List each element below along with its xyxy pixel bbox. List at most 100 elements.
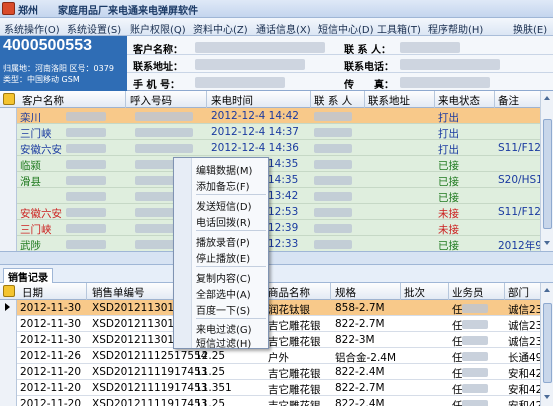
menu-item-call-filter[interactable]: 来电过滤(G) [196,321,252,336]
scroll-up-arrow-icon[interactable] [544,96,550,100]
sales-grid-scrollbar[interactable] [540,283,553,406]
menu-account-permissions[interactable]: 账户权限(Q) [130,21,186,36]
sales-row[interactable]: 2012-11-30 XSD20121130176 吉它雕花银 822-2.7M 任诚信… [0,316,542,332]
menu-item-send-sms[interactable]: 发送短信(D) [196,198,252,213]
row-header[interactable] [0,140,17,156]
cell-masked [66,240,106,249]
col-customer-name[interactable]: 客户名称 [22,93,64,108]
row-header[interactable] [0,124,17,140]
menu-item-baidu-search[interactable]: 百度一下(S) [196,302,250,317]
menu-item-sms-filter[interactable]: 短信过滤(H) [196,335,251,350]
call-row[interactable]: 武陟 12:33 已接 2012年9 [0,236,542,251]
menu-data-center[interactable]: 资料中心(Z) [193,21,248,36]
col-call-status[interactable]: 来电状态 [438,93,480,108]
row-header[interactable] [0,236,17,251]
col-separator [448,283,449,300]
call-row[interactable]: 栾川 2012-12-4 14:42 打出 [0,108,540,124]
scroll-thumb[interactable] [543,119,552,229]
col-date[interactable]: 日期 [22,285,43,300]
cell-department: 长通49 [508,352,543,364]
sales-row[interactable]: 2012-11-30 XSD20121130176 润花钛银 858-2.7M 任诚信2… [0,300,542,316]
cell-product-name: 吉它雕花银 [268,368,321,380]
call-row[interactable]: 安徽六安 12:53 未接 S11/F120 [0,204,548,220]
col-note[interactable]: 备注 [498,93,519,108]
row-header[interactable] [0,380,17,396]
call-row[interactable]: 临颍 14:35 已接 [0,156,540,172]
col-contact-address[interactable]: 联系地址 [368,93,410,108]
value-contact-address[interactable] [195,59,305,70]
row-header[interactable] [0,156,17,172]
cell-salesperson: 任 [452,304,463,316]
value-mobile[interactable] [195,77,285,88]
row-header[interactable] [0,108,17,124]
sales-grid-header: 日期 销售单编号 商品名称 规格 批次 业务员 部门 [0,283,553,300]
menu-item-callback[interactable]: 电话回拨(R) [196,214,251,229]
value-contact[interactable] [400,42,460,53]
col-sales-order-no[interactable]: 销售单编号 [92,285,145,300]
call-row[interactable]: 安徽六安 2012-12-4 14:36 打出 S11/F120 [0,140,548,156]
value-customer-name[interactable] [195,42,325,53]
scroll-down-arrow-icon[interactable] [544,395,550,399]
menu-system-ops[interactable]: 系统操作(O) [4,21,60,36]
col-product-name[interactable]: 商品名称 [268,285,310,300]
col-salesperson[interactable]: 业务员 [452,285,484,300]
sales-row[interactable]: 2012-11-20 XSD20121111917453 11.25 吉它雕花银 822… [0,396,542,406]
app-icon [2,2,15,15]
col-department[interactable]: 部门 [508,285,529,300]
row-header[interactable] [0,172,17,188]
menu-item-edit-data[interactable]: 编辑数据(M) [196,162,252,177]
col-incoming-number[interactable]: 呼入号码 [130,93,172,108]
tab-sales-records[interactable]: 销售记录 [3,268,53,284]
row-header[interactable] [0,204,17,220]
cell-salesperson-masked [462,304,488,313]
menu-item-select-all[interactable]: 全部选中(A) [196,286,251,301]
col-separator [330,283,331,300]
row-header[interactable] [0,332,17,348]
cell-product-name: 吉它雕花银 [268,336,321,348]
col-spec[interactable]: 规格 [335,285,356,300]
row-header[interactable] [0,316,17,332]
menu-item-stop-playback[interactable]: 停止播放(E) [196,250,250,265]
menu-skin[interactable]: 换肤(E) [513,21,547,36]
call-grid-scrollbar[interactable] [540,91,553,251]
menu-separator [196,318,266,319]
row-header[interactable] [0,396,17,406]
scroll-down-arrow-icon[interactable] [544,241,550,245]
value-fax[interactable] [400,77,490,88]
call-row[interactable]: 滑县 14:35 已接 S20/HS14 [0,172,550,188]
call-row[interactable]: 13:42 已接 [0,188,540,204]
menu-item-play-recording[interactable]: 播放录音(P) [196,234,250,249]
cell-salesperson-masked [462,384,488,393]
row-header[interactable] [0,300,17,316]
col-call-time[interactable]: 来电时间 [211,93,253,108]
pane-splitter[interactable] [0,251,553,265]
scroll-thumb[interactable] [543,303,552,383]
cell-call-status: 已接 [438,176,459,188]
label-fax: 传 真： [344,80,394,91]
menu-system-settings[interactable]: 系统设置(S) [67,21,121,36]
sales-row[interactable]: 2012-11-26 XSD20121112517554 12.25 户外 铝合金-2.… [0,348,543,364]
menu-item-add-memo[interactable]: 添加备忘(F) [196,178,250,193]
call-row[interactable]: 三门峡 12:39 未接 [0,220,540,236]
menu-sms-center[interactable]: 短信中心(D) [318,21,374,36]
row-header[interactable] [0,364,17,380]
scroll-up-arrow-icon[interactable] [544,288,550,292]
col-batch[interactable]: 批次 [404,285,425,300]
row-header[interactable] [0,220,17,236]
value-contact-phone[interactable] [400,59,500,70]
label-mobile: 手 机 号： [133,80,180,91]
sales-row[interactable]: 2012-11-20 XSD20121111917453 11.25 吉它雕花银 822… [0,364,542,380]
sales-row[interactable]: 2012-11-30 XSD20121130176 吉它雕花银 822-3M 任诚信23 [0,332,542,348]
cell-incoming-number-masked [135,144,193,153]
call-row[interactable]: 三门峡 2012-12-4 14:37 打出 [0,124,540,140]
col-contact[interactable]: 联 系 人 [314,93,352,108]
menu-call-info[interactable]: 通话信息(X) [256,21,311,36]
sales-row[interactable]: 2012-11-20 XSD20121111917453 11.351 吉它雕花银 82… [0,380,542,396]
cell-date: 2012-11-26 [20,350,82,362]
menu-item-copy-content[interactable]: 复制内容(C) [196,270,251,285]
menu-toolbox[interactable]: 工具箱(T) [377,21,421,36]
menu-help[interactable]: 程序帮助(H) [428,21,483,36]
cell-call-time: 2012-12-4 14:37 [211,126,299,138]
row-header[interactable] [0,188,17,204]
row-header[interactable] [0,348,17,364]
